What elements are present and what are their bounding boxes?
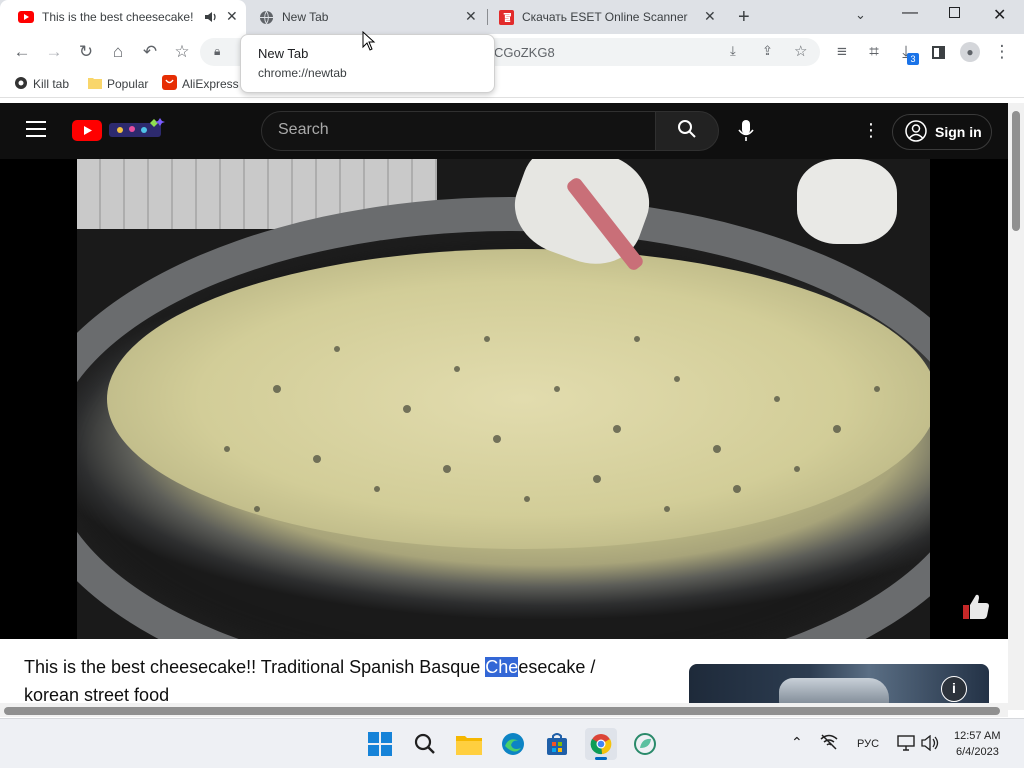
taskbar-search-icon[interactable] xyxy=(409,728,441,760)
tab-title: Скачать ESET Online Scanner xyxy=(522,10,688,24)
tab-eset[interactable]: Скачать ESET Online Scanner ✕ xyxy=(480,0,728,34)
microsoft-store-icon[interactable] xyxy=(541,728,573,760)
bookmarks-bar: Kill tab Popular AliExpress xyxy=(0,70,1024,98)
find-highlight: Che xyxy=(485,657,519,677)
share-icon[interactable]: ⇪ xyxy=(762,43,773,59)
close-window-icon[interactable]: ✕ xyxy=(993,5,1006,25)
back-arrow-icon[interactable]: ← xyxy=(6,34,38,70)
tab-youtube[interactable]: This is the best cheesecake!! Traditiona… xyxy=(0,0,246,34)
clock-time[interactable]: 12:57 AM xyxy=(954,730,1000,742)
chrome-taskbar-icon[interactable] xyxy=(585,728,617,760)
video-title: This is the best cheesecake!! Traditiona… xyxy=(24,653,644,709)
windows-taskbar: ⌃ РУС 12:57 AM 6/4/2023 xyxy=(0,718,1024,768)
sign-in-label: Sign in xyxy=(935,124,982,140)
video-info: This is the best cheesecake!! Traditiona… xyxy=(0,639,1008,710)
bookmark-kill-tab[interactable]: Kill tab xyxy=(14,70,69,98)
video-frame-cheesecake-batter[interactable] xyxy=(77,159,930,639)
downloads-badge: 3 xyxy=(907,53,919,65)
active-app-indicator xyxy=(595,757,607,760)
close-tab-icon[interactable]: ✕ xyxy=(226,8,238,25)
search-button[interactable] xyxy=(655,111,719,151)
url-text: CGoZKG8 xyxy=(494,45,555,60)
menu-kebab-icon[interactable]: ⋮ xyxy=(986,34,1018,70)
bookmark-aliexpress[interactable]: AliExpress xyxy=(162,70,239,98)
home-icon[interactable]: ⌂ xyxy=(102,34,134,70)
forward-arrow-icon[interactable]: → xyxy=(38,34,70,70)
undo-icon[interactable]: ↶ xyxy=(134,34,166,70)
gloved-hand xyxy=(797,159,897,244)
tab-new-tab[interactable]: New Tab ✕ xyxy=(240,0,488,34)
kill-tab-icon xyxy=(14,76,28,93)
app-icon-green-leaf[interactable] xyxy=(629,728,661,760)
globe-favicon-icon xyxy=(258,9,274,25)
side-panel-icon[interactable] xyxy=(922,34,954,70)
vertical-scroll-thumb[interactable] xyxy=(1012,111,1020,231)
search-icon xyxy=(677,119,697,144)
audio-playing-icon[interactable] xyxy=(204,10,218,27)
edge-browser-icon[interactable] xyxy=(497,728,529,760)
horizontal-scrollbar[interactable] xyxy=(0,703,1008,717)
video-player[interactable] xyxy=(0,159,1008,639)
lock-icon: 🔒︎ xyxy=(214,44,221,58)
batter-speckles xyxy=(224,336,880,512)
youtube-doodle-icon[interactable] xyxy=(108,117,166,144)
bookmark-star-icon[interactable]: ☆ xyxy=(166,34,198,70)
crop-icon[interactable]: ⌗ xyxy=(858,34,890,70)
hover-card-url: chrome://newtab xyxy=(258,66,347,80)
thumbs-up-icon xyxy=(960,591,992,626)
hamburger-menu-icon[interactable] xyxy=(26,121,46,142)
tab-strip: This is the best cheesecake!! Traditiona… xyxy=(0,0,1024,34)
youtube-favicon-icon xyxy=(18,9,34,25)
horizontal-scroll-thumb[interactable] xyxy=(4,707,1000,715)
mouse-cursor-icon xyxy=(362,30,376,56)
restore-window-icon[interactable] xyxy=(949,7,960,18)
input-language[interactable]: РУС xyxy=(857,738,879,750)
youtube-logo-icon[interactable] xyxy=(72,120,102,146)
reload-icon[interactable]: ↻ xyxy=(70,34,102,70)
car-shape xyxy=(779,678,889,706)
tab-search-chevron-icon[interactable]: ⌄ xyxy=(855,7,866,23)
volume-icon[interactable] xyxy=(921,734,939,754)
close-tab-icon[interactable]: ✕ xyxy=(704,8,716,25)
file-explorer-icon[interactable] xyxy=(453,728,485,760)
account-circle-icon xyxy=(905,119,927,145)
tab-title: New Tab xyxy=(282,10,329,24)
voice-search-mic-icon[interactable] xyxy=(737,120,755,147)
folder-icon xyxy=(88,76,102,92)
media-controls-icon[interactable]: ≡ xyxy=(826,34,858,70)
show-hidden-icons-chevron-icon[interactable]: ⌃ xyxy=(791,734,803,751)
bookmark-label: Kill tab xyxy=(33,77,70,91)
tab-title: This is the best cheesecake!! Traditiona… xyxy=(42,10,194,24)
close-tab-icon[interactable]: ✕ xyxy=(465,8,477,25)
vertical-scrollbar[interactable] xyxy=(1008,103,1024,710)
browser-toolbar: ← → ↻ ⌂ ↶ ☆ 🔒︎ CGoZKG8 ⤓ ⇪ ☆ ≡ ⌗ ⤓ 3 ● ⋮ xyxy=(0,34,1024,70)
ad-info-icon[interactable]: i xyxy=(941,676,967,702)
new-tab-plus-icon[interactable]: + xyxy=(738,6,750,29)
video-title-text: This is the best cheesecake!! Traditiona… xyxy=(24,657,486,677)
aliexpress-icon xyxy=(162,75,177,93)
bookmark-label: AliExpress xyxy=(182,77,239,91)
minimize-window-icon[interactable]: — xyxy=(902,4,918,22)
bookmark-label: Popular xyxy=(107,77,149,91)
install-app-icon[interactable]: ⤓ xyxy=(730,43,736,59)
network-icon[interactable] xyxy=(819,733,839,754)
sign-in-button[interactable]: Sign in xyxy=(892,114,992,150)
downloads-icon[interactable]: ⤓ 3 xyxy=(890,34,922,70)
profile-avatar-icon[interactable]: ● xyxy=(954,34,986,70)
clock-date[interactable]: 6/4/2023 xyxy=(956,746,999,758)
search-input[interactable]: Search xyxy=(261,111,656,151)
youtube-header: Search ⋮ Sign in xyxy=(0,103,1008,159)
windows-start-icon[interactable] xyxy=(364,728,396,760)
display-icon[interactable] xyxy=(897,735,915,754)
eset-favicon-icon xyxy=(498,9,514,25)
settings-kebab-icon[interactable]: ⋮ xyxy=(862,120,880,141)
web-page: Search ⋮ Sign in This is the best cheese… xyxy=(0,103,1008,710)
bookmark-page-star-icon[interactable]: ☆ xyxy=(794,42,807,60)
bookmark-folder-popular[interactable]: Popular xyxy=(88,70,148,98)
